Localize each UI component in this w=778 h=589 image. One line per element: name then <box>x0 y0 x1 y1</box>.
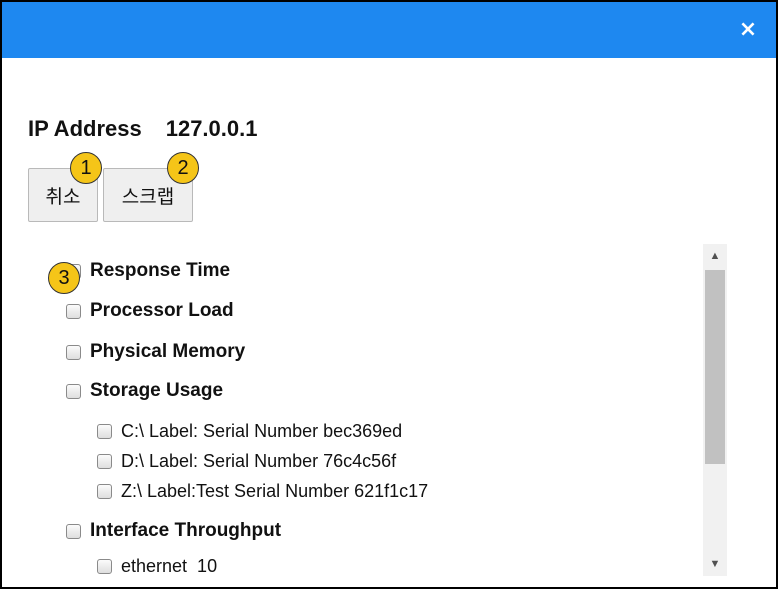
drive-z-label: Z:\ Label:Test Serial Number 621f1c17 <box>121 481 429 501</box>
close-button[interactable]: × <box>734 16 762 44</box>
ethernet-label: ethernet 10 <box>121 556 218 576</box>
interface-throughput-label: Interface Throughput <box>90 520 282 541</box>
drive-c-label: C:\ Label: Serial Number bec369ed <box>121 421 403 441</box>
storage-usage-checkbox[interactable] <box>66 383 81 399</box>
physical-memory-label: Physical Memory <box>90 341 246 362</box>
processor-load-label: Processor Load <box>90 300 234 321</box>
scroll-up-icon[interactable]: ▲ <box>703 246 727 266</box>
list-item-physical-memory[interactable]: Physical Memory <box>66 341 245 363</box>
title-bar: × <box>2 2 776 58</box>
ip-address-label: IP Address <box>28 116 142 141</box>
callout-badge-3: 3 <box>48 262 80 294</box>
metric-list: Response Time Processor Load Physical Me… <box>2 244 702 576</box>
drive-d-checkbox[interactable] <box>97 454 112 469</box>
list-item-response-time[interactable]: Response Time <box>66 260 230 282</box>
drive-d-label: D:\ Label: Serial Number 76c4c56f <box>121 451 397 471</box>
list-item-processor-load[interactable]: Processor Load <box>66 300 234 322</box>
list-item-drive-z[interactable]: Z:\ Label:Test Serial Number 621f1c17 <box>97 481 428 502</box>
storage-usage-label: Storage Usage <box>90 380 224 401</box>
drive-c-checkbox[interactable] <box>97 424 112 439</box>
scroll-thumb[interactable] <box>705 270 725 464</box>
physical-memory-checkbox[interactable] <box>66 344 81 360</box>
processor-load-checkbox[interactable] <box>66 303 81 319</box>
ethernet-checkbox[interactable] <box>97 559 112 574</box>
response-time-label: Response Time <box>90 260 231 281</box>
drive-z-checkbox[interactable] <box>97 484 112 499</box>
callout-badge-1: 1 <box>70 152 102 184</box>
list-item-drive-c[interactable]: C:\ Label: Serial Number bec369ed <box>97 421 402 442</box>
list-item-drive-d[interactable]: D:\ Label: Serial Number 76c4c56f <box>97 451 396 472</box>
list-item-interface-throughput[interactable]: Interface Throughput <box>66 520 281 542</box>
ip-address-row: IP Address 127.0.0.1 <box>28 116 257 142</box>
list-scrollbar[interactable]: ▲ ▼ <box>703 244 727 576</box>
interface-throughput-checkbox[interactable] <box>66 523 81 539</box>
dialog: × IP Address 127.0.0.1 취소 스크랩 1 2 Respons… <box>0 0 778 589</box>
list-item-ethernet[interactable]: ethernet 10 <box>97 556 217 576</box>
scroll-down-icon[interactable]: ▼ <box>703 554 727 574</box>
callout-badge-2: 2 <box>167 152 199 184</box>
list-item-storage-usage[interactable]: Storage Usage <box>66 380 223 402</box>
ip-address-value: 127.0.0.1 <box>165 116 258 141</box>
